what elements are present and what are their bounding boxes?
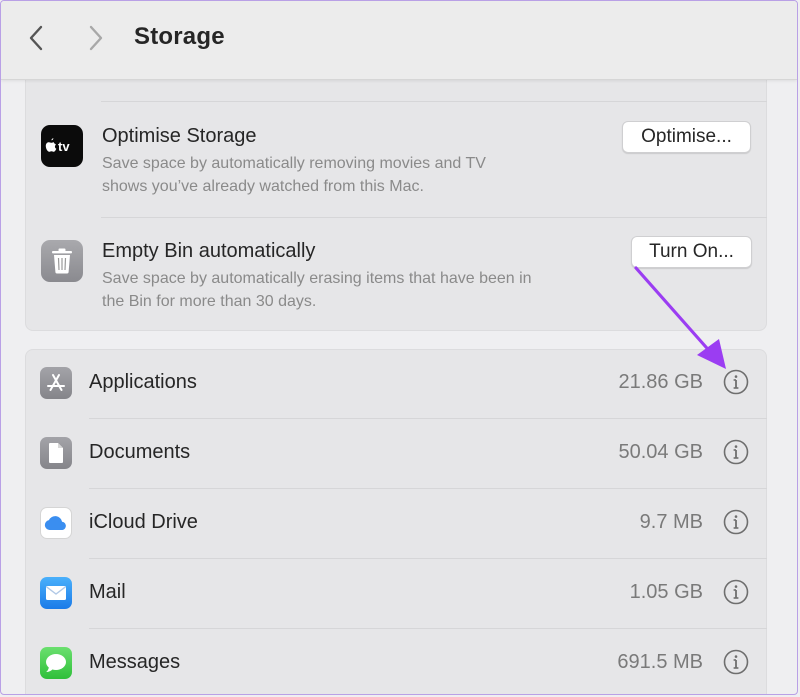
info-icon[interactable] [723,369,749,395]
row-size: 691.5 MB [617,651,703,673]
trash-bin-icon [41,240,83,282]
document-glyph-icon [49,443,63,463]
svg-text:tv: tv [58,139,70,154]
info-icon[interactable] [723,579,749,605]
optimise-button[interactable]: Optimise... [622,121,751,153]
chevron-left-icon [29,25,43,51]
empty-bin-description: Save space by automatically erasing item… [102,267,622,313]
row-label: Applications [89,371,197,393]
mail-icon [40,577,72,609]
info-icon[interactable] [723,509,749,535]
chevron-right-icon [89,25,103,51]
row-label: Mail [89,581,126,603]
info-icon[interactable] [723,649,749,675]
description-line: the Bin for more than 30 days. [102,293,317,310]
storage-row-mail[interactable]: Mail 1.05 GB [25,559,767,629]
empty-bin-title: Empty Bin automatically [102,240,316,262]
messages-icon [40,647,72,679]
description-line: Save space by automatically erasing item… [102,270,532,287]
toolbar: Storage [1,1,797,80]
optimise-storage-title: Optimise Storage [102,125,257,147]
row-label: Documents [89,441,191,463]
storage-row-messages[interactable]: Messages 691.5 MB [25,629,767,694]
trash-icon [52,248,72,274]
window: Storage tv Optimise Storage Save space b… [0,0,798,695]
storage-row-icloud-drive[interactable]: iCloud Drive 9.7 MB [25,489,767,559]
row-size: 21.86 GB [618,371,703,393]
speech-bubble-icon [46,654,66,672]
forward-button[interactable] [81,23,111,53]
back-button[interactable] [21,23,51,53]
optimise-storage-description: Save space by automatically removing mov… [102,152,622,198]
row-label: iCloud Drive [89,511,198,533]
storage-row-documents[interactable]: Documents 50.04 GB [25,419,767,489]
divider [101,217,767,218]
app-store-icon [40,367,72,399]
apple-tv-icon: tv [41,125,83,167]
description-line: shows you’ve already watched from this M… [102,178,424,195]
envelope-icon [46,586,66,600]
row-size: 9.7 MB [639,511,703,533]
row-size: 50.04 GB [618,441,703,463]
row-label: Messages [89,651,181,673]
page-title: Storage [134,23,225,50]
divider [101,101,767,102]
cloud-icon [44,516,66,530]
description-line: Save space by automatically removing mov… [102,155,486,172]
row-size: 1.05 GB [629,581,703,603]
storage-row-applications[interactable]: Applications 21.86 GB [25,349,767,419]
apple-logo-icon: tv [45,138,70,154]
info-icon[interactable] [723,439,749,465]
document-icon [40,437,72,469]
turn-on-button[interactable]: Turn On... [631,236,752,268]
app-store-glyph-icon [47,374,65,391]
icloud-icon [40,507,72,539]
